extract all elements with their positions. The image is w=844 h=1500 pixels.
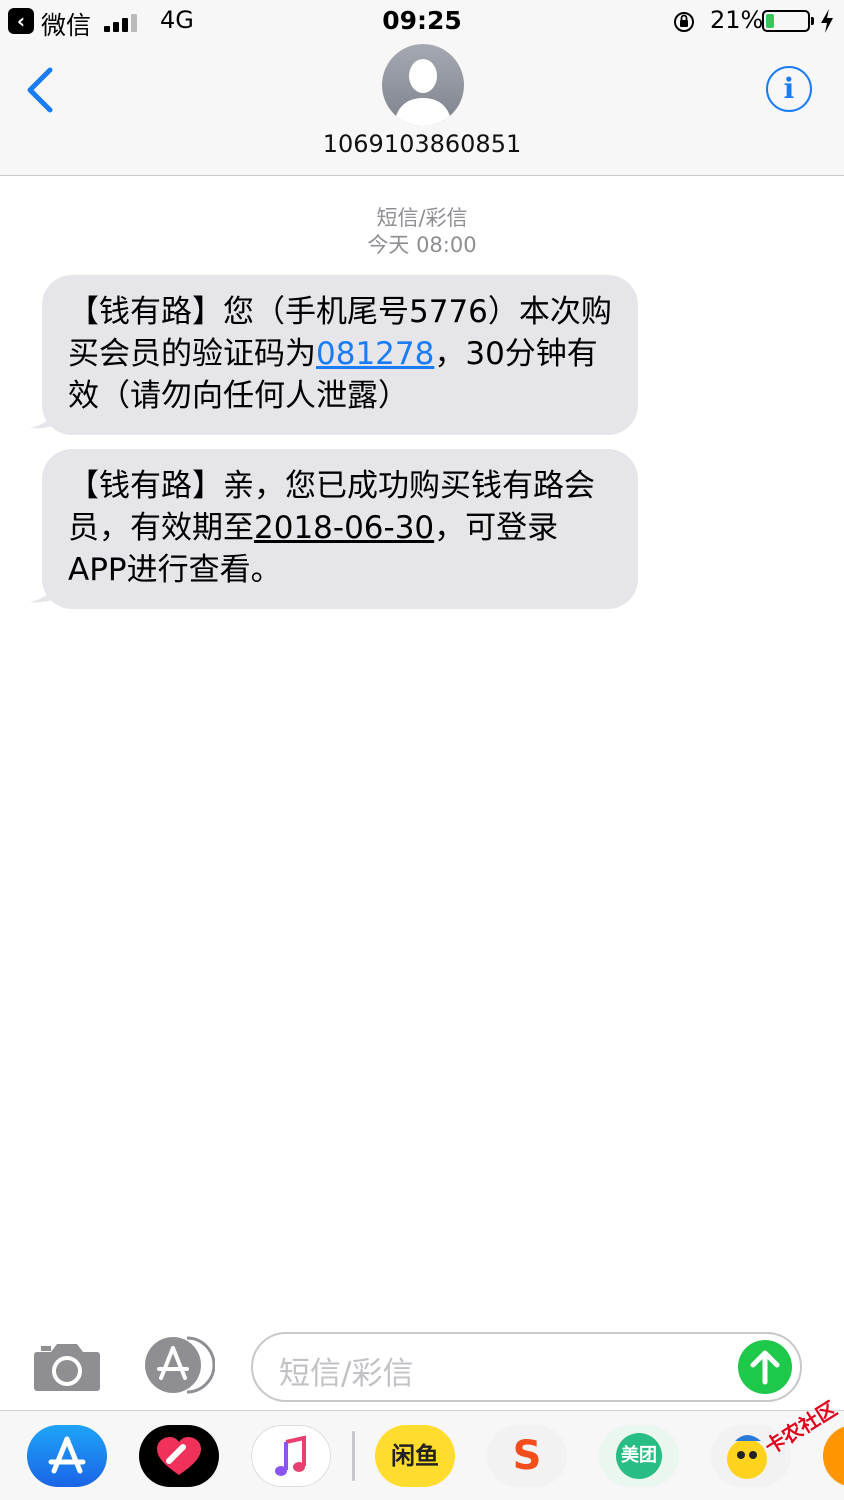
back-chevron-icon[interactable]: [22, 66, 56, 114]
message-input[interactable]: 短信/彩信: [251, 1332, 802, 1402]
status-bar: ‹ 微信 4G 09:25 21%: [0, 0, 844, 44]
charging-icon: [821, 9, 833, 33]
orientation-lock-icon: [674, 12, 694, 32]
digital-touch-icon[interactable]: [139, 1425, 219, 1487]
app-drawer: 闲鱼 S 美团: [0, 1410, 844, 1500]
person-silhouette-icon: [394, 59, 452, 126]
sogou-icon[interactable]: S: [487, 1425, 567, 1487]
partial-app-icon[interactable]: [823, 1425, 844, 1487]
date-link[interactable]: 2018-06-30: [254, 510, 434, 546]
verification-code-link[interactable]: 081278: [316, 336, 434, 372]
app-store-drawer-icon[interactable]: [143, 1336, 215, 1394]
service-label: 短信/彩信: [376, 206, 468, 230]
contact-avatar[interactable]: [382, 44, 464, 126]
meituan-icon[interactable]: 美团: [599, 1425, 679, 1487]
contact-number[interactable]: 1069103860851: [0, 130, 844, 158]
input-placeholder: 短信/彩信: [279, 1356, 414, 1392]
music-icon[interactable]: [251, 1425, 331, 1487]
message-timestamp: 今天 08:00: [367, 233, 477, 257]
battery-icon: [762, 10, 814, 32]
drawer-divider: [352, 1431, 355, 1481]
app-store-icon[interactable]: [27, 1425, 107, 1487]
message-bubble[interactable]: 【钱有路】亲，您已成功购买钱有路会员，有效期至2018-06-30，可登录APP…: [42, 449, 638, 609]
send-button[interactable]: [738, 1340, 792, 1394]
battery-percent: 21%: [710, 6, 764, 34]
xianyu-icon[interactable]: 闲鱼: [375, 1425, 455, 1487]
conversation-header: 1069103860851 i: [0, 44, 844, 176]
battery-fill: [766, 14, 774, 28]
camera-icon[interactable]: [33, 1340, 101, 1392]
message-bubble[interactable]: 【钱有路】您（手机尾号5776）本次购买会员的验证码为081278，30分钟有效…: [42, 275, 638, 435]
info-button[interactable]: i: [766, 66, 812, 112]
arrow-up-icon: [750, 1350, 780, 1385]
